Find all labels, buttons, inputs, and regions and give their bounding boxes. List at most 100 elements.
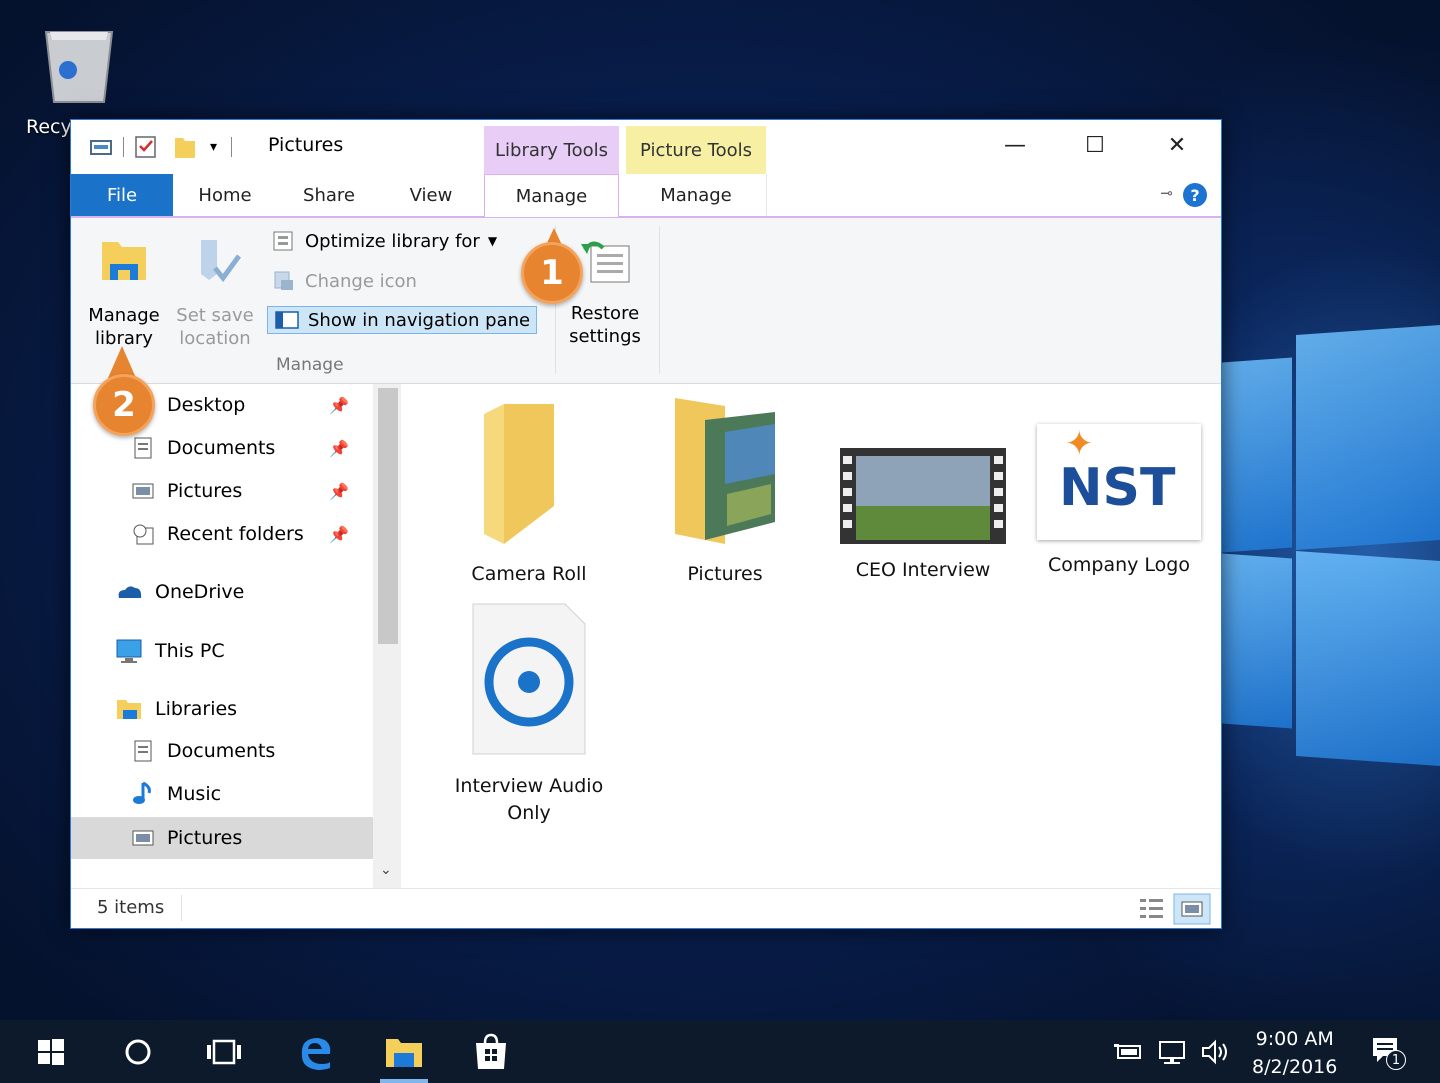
manage-library-label-1: Manage xyxy=(88,305,160,326)
video-thumbnail xyxy=(840,448,1006,548)
change-icon-label: Change icon xyxy=(305,270,417,292)
nav-item-documents[interactable]: Documents xyxy=(131,431,275,465)
customize-qat-icon[interactable]: ▾ xyxy=(210,139,217,155)
properties-icon[interactable] xyxy=(89,136,113,158)
restore-settings-icon xyxy=(581,241,630,283)
nav-item-onedrive[interactable]: OneDrive xyxy=(115,575,244,609)
file-explorer-icon xyxy=(386,1039,422,1067)
manage-group-label: Manage xyxy=(276,355,344,375)
onedrive-icon xyxy=(118,586,142,598)
change-icon-button: Change icon xyxy=(271,270,417,292)
tab-file[interactable]: File xyxy=(71,174,173,216)
clock-date: 8/2/2016 xyxy=(1252,1056,1338,1078)
nav-item-library-music[interactable]: Music xyxy=(131,777,221,811)
nav-item-label: Recent folders xyxy=(167,523,304,545)
edge-icon xyxy=(301,1038,331,1070)
quick-access-toolbar: ▾ xyxy=(89,134,246,160)
file-item[interactable]: Interview Audio Only xyxy=(435,602,623,827)
close-button[interactable]: ✕ xyxy=(1137,120,1217,170)
maximize-button[interactable]: ☐ xyxy=(1055,120,1135,170)
show-in-navigation-pane-button[interactable]: Show in navigation pane xyxy=(267,306,538,334)
item-count: 5 items xyxy=(97,897,165,918)
tab-library-manage[interactable]: Manage xyxy=(484,174,619,217)
documents-icon xyxy=(134,437,152,459)
task-view-icon xyxy=(207,1039,241,1065)
tab-home[interactable]: Home xyxy=(173,174,277,216)
action-center-button[interactable]: 1 xyxy=(1370,1036,1406,1070)
volume-icon[interactable] xyxy=(1200,1036,1232,1068)
nav-item-label: Pictures xyxy=(167,827,243,849)
ribbon-tabs: File Home Share View Manage Manage ⊸ ? xyxy=(71,174,1221,218)
nav-item-library-documents[interactable]: Documents xyxy=(131,734,275,768)
optimize-library-for-label: Optimize library for xyxy=(305,230,480,252)
new-folder-icon[interactable] xyxy=(172,134,198,160)
task-view-button[interactable] xyxy=(205,1036,243,1068)
file-item[interactable]: CEO Interview xyxy=(829,394,1017,581)
nav-item-label: OneDrive xyxy=(155,581,245,603)
recycle-bin-label[interactable]: Recy xyxy=(26,116,72,138)
pin-icon: 📌 xyxy=(329,482,349,501)
file-explorer-window: ▾ Pictures Library Tools Picture Tools —… xyxy=(70,119,1222,929)
details-view-icon[interactable] xyxy=(1137,895,1167,923)
recent-folders-icon xyxy=(133,524,154,545)
nav-item-this-pc[interactable]: This PC xyxy=(115,634,225,668)
folder-icon xyxy=(484,404,554,544)
set-save-location-label-1: Set save xyxy=(176,305,254,326)
start-button[interactable] xyxy=(36,1036,66,1068)
tab-share[interactable]: Share xyxy=(277,174,381,216)
scroll-down-icon[interactable]: ⌄ xyxy=(380,862,392,878)
tab-picture-manage[interactable]: Manage xyxy=(626,174,767,216)
nav-item-library-pictures[interactable]: Pictures xyxy=(131,821,242,855)
file-explorer-taskbar-button[interactable] xyxy=(384,1036,424,1068)
active-app-indicator xyxy=(380,1079,428,1083)
callout-2: 2 xyxy=(93,374,155,436)
network-icon[interactable] xyxy=(1156,1036,1188,1068)
checklist-icon[interactable] xyxy=(134,135,158,159)
file-item[interactable]: ✦ NST Company Logo xyxy=(1025,394,1213,576)
windows-logo-pane xyxy=(1296,324,1440,551)
cortana-icon xyxy=(125,1039,151,1065)
store-button[interactable] xyxy=(472,1033,510,1069)
save-location-icon xyxy=(201,240,242,283)
manage-library-button[interactable]: Manage library xyxy=(85,236,163,350)
qat-divider xyxy=(231,137,233,157)
file-item-label: Camera Roll xyxy=(471,563,587,585)
nav-item-pictures[interactable]: Pictures xyxy=(131,474,242,508)
taskbar-clock[interactable]: 9:00 AM 8/2/2016 xyxy=(1252,1025,1337,1081)
pin-icon: 📌 xyxy=(329,396,349,415)
set-save-location-button: Set save location xyxy=(169,236,261,350)
nav-item-label: Desktop xyxy=(167,394,246,416)
file-item-label: Company Logo xyxy=(1048,554,1190,576)
power-icon[interactable] xyxy=(1112,1036,1142,1068)
help-icon[interactable]: ? xyxy=(1183,183,1207,207)
edge-button[interactable] xyxy=(296,1036,334,1070)
navigation-pane-icon xyxy=(275,311,299,329)
recycle-bin-icon[interactable] xyxy=(40,24,120,111)
restore-settings-label-2: settings xyxy=(569,326,641,347)
pictures-icon xyxy=(132,830,154,846)
speaker-icon xyxy=(1202,1039,1227,1065)
minimize-button[interactable]: — xyxy=(975,120,1055,170)
restore-settings-label-1: Restore xyxy=(570,303,640,324)
chevron-down-icon: ▼ xyxy=(487,234,498,248)
optimize-library-for-dropdown[interactable]: Optimize library for ▼ xyxy=(271,230,497,252)
scrollbar-thumb[interactable] xyxy=(378,388,398,644)
pin-ribbon-icon[interactable]: ⊸ xyxy=(1160,184,1173,202)
large-icons-view-icon[interactable] xyxy=(1173,893,1211,925)
callout-1: 1 xyxy=(521,242,583,304)
nav-scrollbar[interactable]: ⌄ xyxy=(373,384,401,888)
search-button[interactable] xyxy=(122,1036,154,1068)
show-in-navigation-pane-label: Show in navigation pane xyxy=(308,309,531,331)
nav-item-recent-folders[interactable]: Recent folders xyxy=(131,517,304,551)
taskbar: 1 xyxy=(0,1020,1440,1083)
file-item[interactable]: Camera Roll xyxy=(435,394,623,585)
title-bar: ▾ Pictures Library Tools Picture Tools —… xyxy=(71,120,1221,174)
pin-icon: 📌 xyxy=(329,439,349,458)
library-tools-context-label: Library Tools xyxy=(484,126,619,174)
documents-icon xyxy=(134,740,152,762)
tab-view[interactable]: View xyxy=(381,174,481,216)
nav-item-label: This PC xyxy=(155,640,225,662)
file-item[interactable]: Pictures xyxy=(631,394,819,585)
nav-item-libraries[interactable]: Libraries xyxy=(115,692,237,726)
file-item-label: CEO Interview xyxy=(855,559,991,581)
